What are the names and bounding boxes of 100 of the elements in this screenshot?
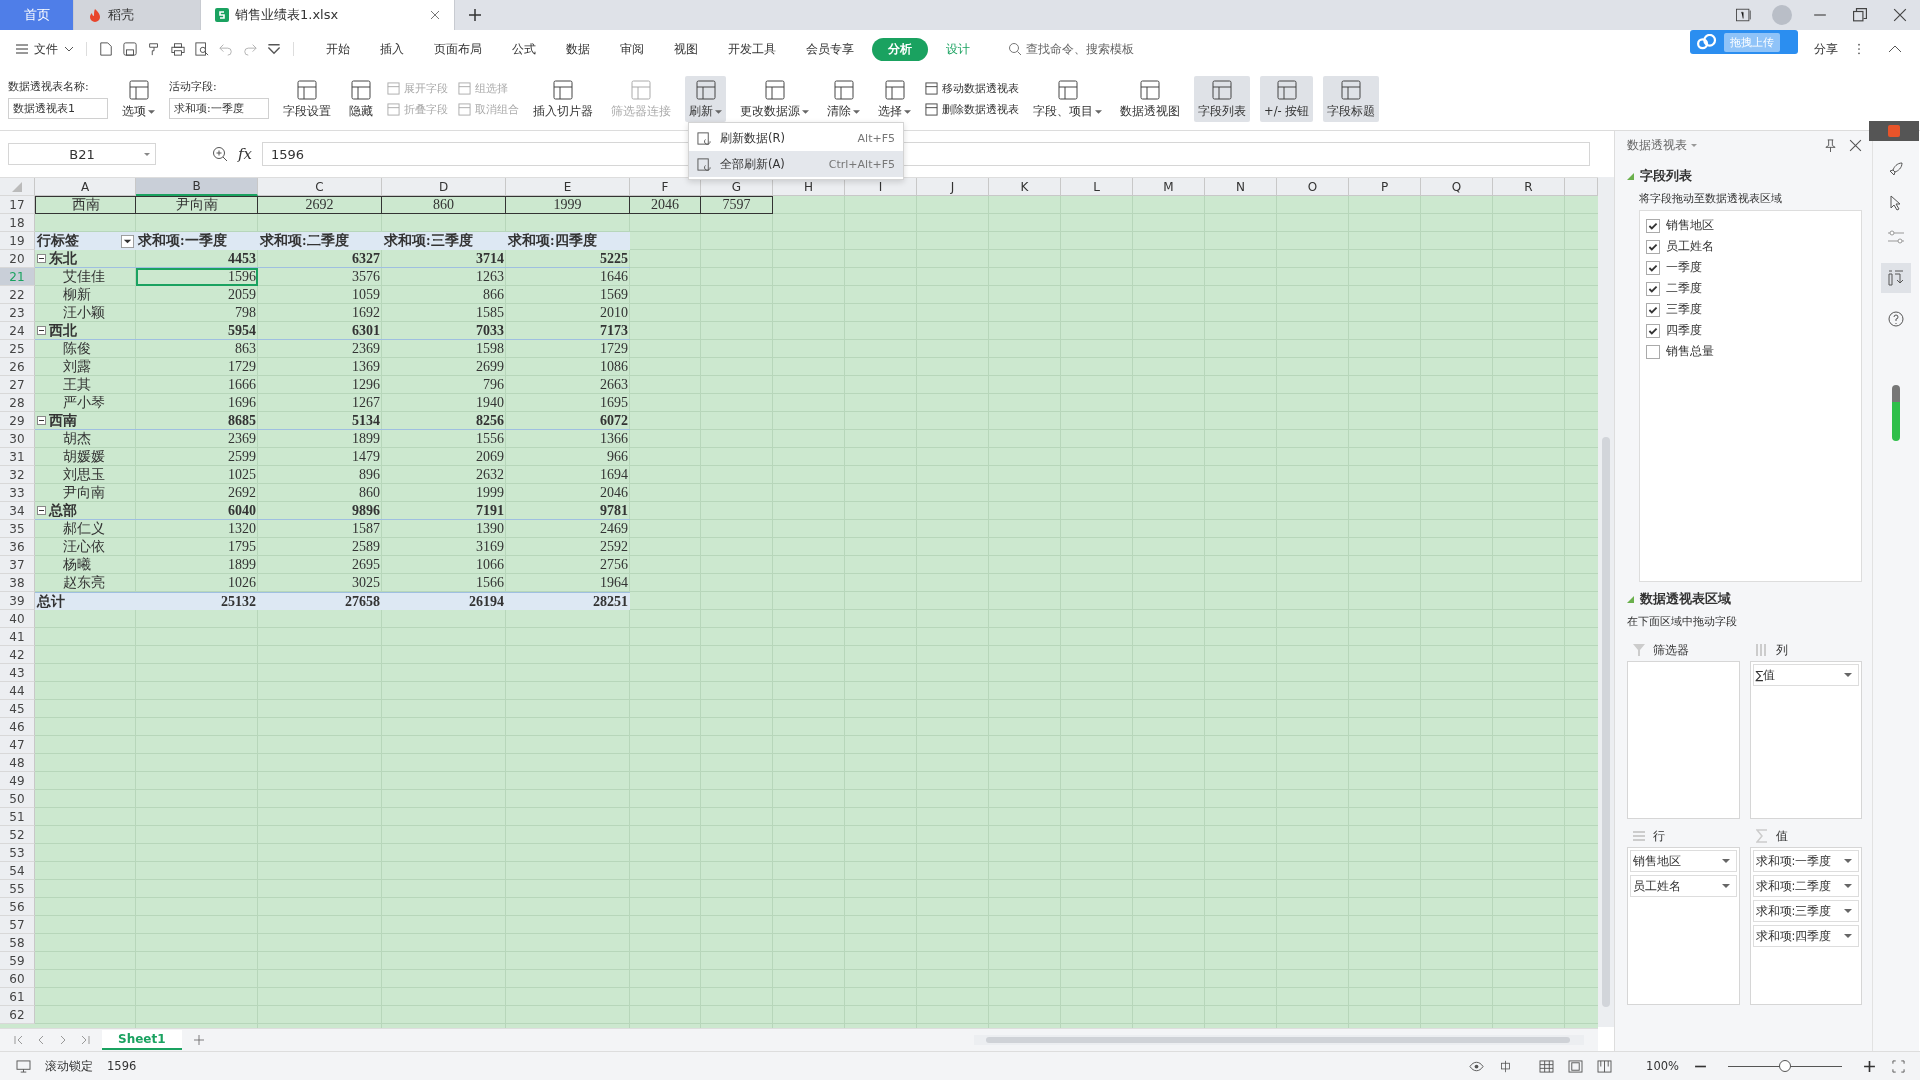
sliders-icon[interactable] <box>1888 229 1904 245</box>
field-chip[interactable]: ∑值 <box>1752 664 1859 686</box>
checkbox[interactable] <box>1646 260 1660 275</box>
drop-area[interactable]: ∑值 <box>1749 661 1862 819</box>
row-number[interactable]: 55 <box>0 880 35 898</box>
row-number[interactable]: 47 <box>0 736 35 754</box>
field-chip[interactable]: 求和项:四季度 <box>1752 925 1859 947</box>
row-number[interactable]: 56 <box>0 898 35 916</box>
drop-area[interactable]: 销售地区 员工姓名 <box>1627 847 1740 1005</box>
row-number[interactable]: 34 <box>0 502 35 520</box>
close-icon[interactable] <box>1849 138 1862 152</box>
row-number[interactable]: 24 <box>0 322 35 340</box>
field-chip[interactable]: 求和项:三季度 <box>1752 900 1859 922</box>
row-number[interactable]: 57 <box>0 916 35 934</box>
row-number[interactable]: 49 <box>0 772 35 790</box>
row-number[interactable]: 27 <box>0 376 35 394</box>
column-header[interactable]: I <box>845 178 917 196</box>
collapse-icon[interactable] <box>37 254 46 263</box>
file-menu[interactable]: 文件 <box>10 40 80 58</box>
window-count-icon[interactable] <box>1736 8 1752 22</box>
row-number[interactable]: 44 <box>0 682 35 700</box>
row-number[interactable]: 30 <box>0 430 35 448</box>
field-name[interactable]: 员工姓名 <box>1666 238 1714 255</box>
print-icon[interactable] <box>171 42 185 56</box>
drop-area[interactable]: 求和项:一季度 求和项:二季度 求和项:三季度 求和项:四季度 <box>1749 847 1862 1005</box>
field-name[interactable]: 销售地区 <box>1666 217 1714 234</box>
ribbon-tab[interactable]: 审阅 <box>608 37 656 61</box>
column-header[interactable]: C <box>258 178 382 196</box>
row-number[interactable]: 54 <box>0 862 35 880</box>
document-tab[interactable]: 销售业绩表1.xlsx <box>201 0 455 30</box>
monitor-icon[interactable] <box>16 1059 31 1073</box>
row-number[interactable]: 17 <box>0 196 35 214</box>
checkbox[interactable] <box>1646 302 1660 317</box>
row-number[interactable]: 41 <box>0 628 35 646</box>
ribbon-button[interactable]: 字段标题 <box>1323 76 1380 122</box>
row-number[interactable]: 33 <box>0 484 35 502</box>
ribbon-button[interactable]: 字段、项目 <box>1029 76 1106 122</box>
row-number[interactable]: 25 <box>0 340 35 358</box>
ribbon-button[interactable]: 字段列表 <box>1194 76 1250 122</box>
page-break-icon[interactable] <box>1597 1059 1613 1073</box>
column-header[interactable]: D <box>382 178 506 196</box>
row-number[interactable]: 50 <box>0 790 35 808</box>
close-icon[interactable] <box>430 10 440 20</box>
ribbon-tab[interactable]: 插入 <box>368 37 416 61</box>
ribbon-button[interactable]: 刷新 <box>685 76 726 122</box>
zoom-level[interactable]: 100% <box>1646 1059 1679 1073</box>
field-name[interactable]: 四季度 <box>1666 322 1702 339</box>
name-box[interactable]: B21 <box>8 143 156 165</box>
caret-icon[interactable] <box>1844 884 1852 888</box>
field-chip[interactable]: 销售地区 <box>1630 850 1737 872</box>
row-number[interactable]: 51 <box>0 808 35 826</box>
share-button[interactable]: 分享 <box>1814 40 1838 58</box>
row-number[interactable]: 39 <box>0 592 35 610</box>
collapse-icon[interactable] <box>1888 43 1902 55</box>
column-header[interactable]: N <box>1205 178 1277 196</box>
field-name[interactable]: 三季度 <box>1666 301 1702 318</box>
ribbon-button[interactable]: 删除数据透视表 <box>925 102 1019 117</box>
ribbon-tab[interactable]: 开始 <box>314 37 362 61</box>
add-sheet-icon[interactable] <box>193 1035 204 1045</box>
last-sheet-icon[interactable] <box>80 1035 90 1045</box>
ribbon-button[interactable]: 数据透视图 <box>1116 76 1184 122</box>
rocket-icon[interactable] <box>1888 161 1904 177</box>
column-header[interactable]: P <box>1349 178 1421 196</box>
column-header[interactable]: R <box>1493 178 1565 196</box>
row-number[interactable]: 38 <box>0 574 35 592</box>
ribbon-button[interactable]: 更改数据源 <box>736 76 813 122</box>
row-number[interactable]: 59 <box>0 952 35 970</box>
row-number[interactable]: 45 <box>0 700 35 718</box>
row-number[interactable]: 20 <box>0 250 35 268</box>
caret-icon[interactable] <box>1721 859 1730 863</box>
row-number[interactable]: 52 <box>0 826 35 844</box>
field-chip[interactable]: 求和项:二季度 <box>1752 875 1859 897</box>
insert-function-button[interactable]: fx <box>238 145 252 163</box>
caret-icon[interactable] <box>1844 909 1852 913</box>
row-number[interactable]: 32 <box>0 466 35 484</box>
help-icon[interactable] <box>1888 311 1904 327</box>
normal-view-icon[interactable] <box>1539 1059 1555 1073</box>
row-number[interactable]: 26 <box>0 358 35 376</box>
row-number[interactable]: 18 <box>0 214 35 232</box>
format-painter-icon[interactable] <box>147 42 161 56</box>
document-tab[interactable]: 稻壳 <box>74 0 201 30</box>
caret-icon[interactable] <box>1721 884 1730 888</box>
column-header[interactable]: A <box>35 178 136 196</box>
previous-sheet-icon[interactable] <box>36 1035 46 1045</box>
checkbox[interactable] <box>1646 281 1660 296</box>
ribbon-tab[interactable]: 开发工具 <box>716 37 788 61</box>
field-chip[interactable]: 求和项:一季度 <box>1752 850 1859 872</box>
checkbox[interactable] <box>1646 239 1660 254</box>
ribbon-button[interactable]: 选项 <box>118 76 159 122</box>
ribbon-button[interactable]: 隐藏 <box>345 76 377 122</box>
command-search[interactable]: 查找命令、搜索模板 <box>1008 40 1134 58</box>
field-name[interactable]: 二季度 <box>1666 280 1702 297</box>
checkbox[interactable] <box>1646 218 1660 233</box>
menu-item[interactable]: 全部刷新(A) Ctrl+Alt+F5 <box>689 151 903 177</box>
row-number[interactable]: 62 <box>0 1006 35 1024</box>
ribbon-tab[interactable]: 视图 <box>662 37 710 61</box>
field-name[interactable]: 一季度 <box>1666 259 1702 276</box>
column-header[interactable]: Q <box>1421 178 1493 196</box>
ribbon-button[interactable]: +/- 按钮 <box>1260 76 1314 122</box>
first-sheet-icon[interactable] <box>14 1035 24 1045</box>
